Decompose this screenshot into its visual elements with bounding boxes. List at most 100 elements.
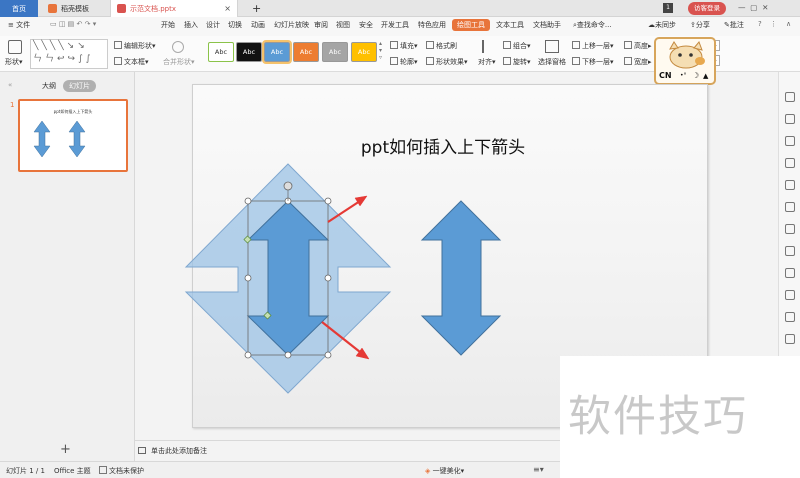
- protection-status[interactable]: 文档未保护: [99, 466, 144, 476]
- more-icon[interactable]: ⋮: [770, 20, 777, 28]
- bring-forward-button[interactable]: 上移一层▾: [572, 41, 614, 51]
- selection-pane-label: 选择窗格: [538, 58, 566, 66]
- close-window-icon[interactable]: ✕: [762, 3, 768, 12]
- menu-item-doc-assistant[interactable]: 文档助手: [533, 20, 561, 30]
- beautify-icon: ◈: [425, 467, 431, 475]
- slides-tab[interactable]: 幻灯片: [63, 80, 96, 92]
- sidebar-select-icon[interactable]: [785, 92, 795, 102]
- style-swatch-6[interactable]: Abc: [351, 42, 377, 62]
- width-field[interactable]: 宽度▸: [624, 57, 652, 67]
- menu-item-insert[interactable]: 插入: [184, 20, 198, 30]
- menu-item-slideshow[interactable]: 幻灯片放映: [274, 20, 309, 30]
- collapse-ribbon-icon[interactable]: ∧: [786, 20, 791, 28]
- notes-toggle-icon[interactable]: ≡▾: [533, 465, 544, 474]
- menu-item-review[interactable]: 审阅: [314, 20, 328, 30]
- menu-item-animation[interactable]: 动画: [251, 20, 265, 30]
- merge-shape-button[interactable]: 合并形状▾: [163, 57, 195, 67]
- menu-item-features[interactable]: 特色应用: [418, 20, 446, 30]
- style-swatch-5[interactable]: Abc: [322, 42, 348, 62]
- tab-document-label: 示范文档.pptx: [130, 4, 176, 13]
- tab-home[interactable]: 首页: [0, 0, 38, 17]
- menu-item-security[interactable]: 安全: [359, 20, 373, 30]
- style-swatch-3[interactable]: Abc: [262, 40, 292, 64]
- style-gallery-scroll[interactable]: ▴ ▾ ▿: [379, 40, 382, 61]
- sidebar-layout-icon[interactable]: [785, 158, 795, 168]
- slide-title[interactable]: ppt如何插入上下箭头: [353, 133, 533, 158]
- thumb-arrow-right: [68, 120, 86, 158]
- share-button[interactable]: ⇪分享: [690, 20, 710, 30]
- sidebar-backup-icon[interactable]: [785, 312, 795, 322]
- menu-file-label: 文件: [16, 21, 31, 29]
- outline-tab[interactable]: 大纲: [42, 81, 56, 91]
- new-tab-button[interactable]: +: [252, 0, 261, 17]
- sidebar-effect-icon[interactable]: [785, 202, 795, 212]
- slide-number: 1: [10, 101, 15, 109]
- menu-bar: ≡ 文件 ▭ ◫ ▤ ↶ ↷ ▾ 开始 插入 设计 切换 动画 幻灯片放映 审阅…: [0, 17, 800, 36]
- menu-item-developer[interactable]: 开发工具: [381, 20, 409, 30]
- menu-file[interactable]: ≡ 文件: [8, 20, 30, 30]
- align-button[interactable]: 对齐▾: [478, 57, 496, 67]
- fill-button[interactable]: 填充▾: [390, 41, 418, 51]
- menu-item-start[interactable]: 开始: [161, 20, 175, 30]
- group-icon: [503, 41, 511, 49]
- format-brush-label: 格式刷: [436, 42, 457, 50]
- sidebar-settings-icon[interactable]: [785, 334, 795, 344]
- sidebar-table-icon[interactable]: [785, 246, 795, 256]
- visitor-login-button[interactable]: 访客登录: [688, 2, 726, 15]
- tab-close-icon[interactable]: ×: [224, 4, 231, 13]
- sidebar-text-icon[interactable]: [785, 290, 795, 300]
- sync-status[interactable]: ☁未同步: [648, 20, 676, 30]
- help-icon[interactable]: ?: [758, 20, 762, 28]
- shape-tool-icon[interactable]: [8, 40, 22, 54]
- sidebar-chart-icon[interactable]: [785, 224, 795, 234]
- shape-button[interactable]: 形状▾: [5, 57, 23, 67]
- sidebar-diagram-icon[interactable]: [785, 180, 795, 190]
- style-swatch-2[interactable]: Abc: [236, 42, 262, 62]
- rotate-button[interactable]: 旋转▾: [503, 57, 531, 67]
- sidebar-gallery-icon[interactable]: [785, 136, 795, 146]
- bring-forward-label: 上移一层: [582, 42, 610, 50]
- edit-shape-button[interactable]: 编辑形状▾: [114, 41, 156, 51]
- review-button[interactable]: ✎批注: [724, 20, 744, 30]
- maximize-icon[interactable]: ▢: [750, 3, 757, 12]
- minimize-icon[interactable]: —: [738, 3, 746, 12]
- thumbnail-arrows: [33, 120, 86, 158]
- one-click-beautify[interactable]: ◈ 一键美化▾: [425, 466, 464, 476]
- menu-item-design[interactable]: 设计: [206, 20, 220, 30]
- input-mode-label: CN: [659, 71, 672, 80]
- outline-icon: [390, 57, 398, 65]
- height-label: 高度: [634, 42, 648, 50]
- tab-daoke-templates[interactable]: 稻壳模板: [40, 0, 110, 17]
- menu-item-text-tools[interactable]: 文本工具: [496, 20, 524, 30]
- add-slide-button[interactable]: +: [60, 442, 71, 457]
- sidebar-image-icon[interactable]: [785, 268, 795, 278]
- command-search-label: 查找命令...: [576, 21, 612, 29]
- slide-thumbnail-1[interactable]: ppt如何插入上下箭头: [18, 99, 128, 172]
- menu-item-drawing-tools[interactable]: 绘图工具: [452, 19, 490, 31]
- tab-document[interactable]: 示范文档.pptx ×: [110, 0, 238, 17]
- textbox-button[interactable]: 文本框▾: [114, 57, 149, 67]
- sidebar-shape-icon[interactable]: [785, 114, 795, 124]
- line-shapes-gallery[interactable]: ╲╲╲╲↘↘ ㄣㄣ↩↪∫∫: [30, 39, 108, 69]
- send-backward-button[interactable]: 下移一层▾: [572, 57, 614, 67]
- format-brush-button[interactable]: 格式刷: [426, 41, 457, 51]
- group-button[interactable]: 组合▾: [503, 41, 531, 51]
- style-swatch-4[interactable]: Abc: [293, 42, 319, 62]
- quick-access-icons[interactable]: ▭ ◫ ▤ ↶ ↷ ▾: [50, 20, 96, 28]
- shape-effect-button[interactable]: 形状效果▾: [426, 57, 468, 67]
- watermark-overlay: 软件技巧: [560, 356, 800, 478]
- menu-item-transition[interactable]: 切换: [228, 20, 242, 30]
- height-field[interactable]: 高度▸: [624, 41, 652, 51]
- theme-name[interactable]: Office 主题: [54, 466, 91, 476]
- selection-pane-button[interactable]: 选择窗格: [538, 57, 566, 67]
- share-label: 分享: [695, 21, 710, 29]
- command-search[interactable]: ⌕查找命令...: [573, 20, 612, 30]
- style-swatch-1[interactable]: Abc: [208, 42, 234, 62]
- send-backward-label: 下移一层: [582, 58, 610, 66]
- format-brush-icon: [426, 41, 434, 49]
- outline-button[interactable]: 轮廓▾: [390, 57, 418, 67]
- input-method-mascot[interactable]: CN •° ☽ ▲: [654, 37, 716, 85]
- shape-effect-icon: [426, 57, 434, 65]
- menu-item-view[interactable]: 视图: [336, 20, 350, 30]
- collapse-panel-icon[interactable]: «: [8, 81, 12, 89]
